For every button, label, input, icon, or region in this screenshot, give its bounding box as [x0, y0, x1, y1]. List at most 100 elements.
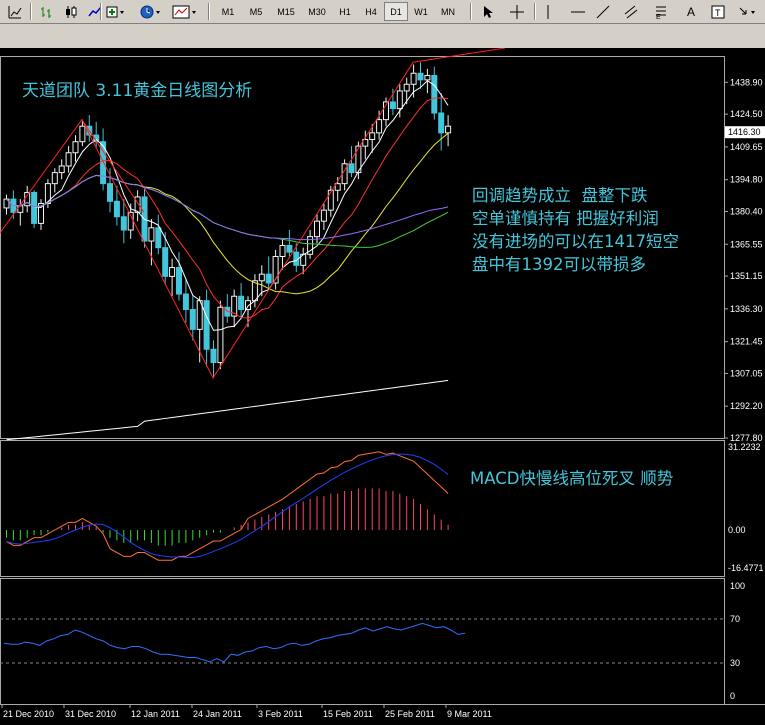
time-axis-label: 25 Feb 2011: [385, 709, 435, 719]
candle: [148, 227, 155, 242]
analysis-line: 空单谨慎持有 把握好利润: [472, 209, 659, 228]
candle: [107, 183, 113, 202]
vertical-line-icon[interactable]: [538, 2, 558, 21]
templates-icon[interactable]: [170, 2, 200, 21]
candlestick-icon[interactable]: [60, 2, 82, 21]
candle: [445, 125, 452, 134]
line-chart-icon[interactable]: [84, 2, 106, 21]
candle: [79, 125, 86, 143]
macd-axis-label: 0.00: [728, 525, 746, 535]
svg-text:E: E: [656, 14, 661, 20]
crosshair-cursor-icon[interactable]: [4, 2, 26, 21]
analysis-line: 回调趋势成立 盘整下跌: [472, 186, 648, 205]
time-axis-label: 12 Jan 2011: [131, 709, 180, 719]
timeframe-button-w1[interactable]: W1: [408, 2, 434, 21]
price-axis-label: 1409.65: [730, 142, 763, 152]
analysis-line: 没有进场的可以在1417短空: [472, 232, 679, 251]
crosshair-icon[interactable]: [506, 2, 528, 21]
price-axis-label: 1336.30: [730, 304, 763, 314]
timeframe-button-h1[interactable]: H1: [332, 2, 358, 21]
timeframe-button-h4[interactable]: H4: [358, 2, 384, 21]
timeframe-button-mn[interactable]: MN: [434, 2, 462, 21]
macd-panel-frame: [0, 440, 725, 577]
candle: [31, 191, 38, 224]
timeframe-button-m5[interactable]: M5: [242, 2, 270, 21]
bar-chart-icon[interactable]: [36, 2, 58, 21]
time-axis-label: 3 Feb 2011: [258, 709, 303, 719]
price-axis-label: 1307.05: [730, 368, 763, 378]
oscillator-axis-label: 30: [730, 658, 740, 668]
periodicity-clock-icon[interactable]: [138, 2, 164, 21]
ma-20-line: [6, 132, 449, 295]
candle: [113, 200, 120, 218]
price-axis-label: 1424.50: [730, 109, 763, 119]
horizontal-line-icon[interactable]: [568, 2, 588, 21]
time-axis-label: 31 Dec 2010: [65, 709, 116, 719]
time-axis-label: 21 Dec 2010: [3, 709, 54, 719]
candle: [72, 141, 79, 154]
candle: [217, 306, 224, 363]
ma-5-line: [6, 80, 449, 331]
candle: [65, 152, 72, 167]
macd-axis-label: -16.4771: [728, 563, 764, 573]
price-axis-label: 1380.40: [730, 206, 763, 216]
svg-text:T: T: [715, 8, 721, 18]
candle: [403, 83, 410, 92]
oscillator-axis-label: 70: [730, 614, 740, 624]
oscillator-axis-label: 0: [730, 691, 735, 701]
candle: [314, 220, 320, 238]
timeframe-button-d1[interactable]: D1: [384, 2, 408, 21]
trendline-icon[interactable]: [592, 2, 614, 21]
candle: [58, 165, 65, 174]
candle: [210, 348, 217, 363]
arrow-cursor-icon[interactable]: [478, 2, 498, 21]
timeframe-button-m30[interactable]: M30: [302, 2, 332, 21]
text-label-icon[interactable]: T: [708, 2, 728, 21]
ma-60-line: [6, 174, 449, 241]
candle: [155, 227, 162, 249]
timeframe-button-m1[interactable]: M1: [214, 2, 242, 21]
arrows-dropdown-icon[interactable]: [736, 2, 760, 21]
candle: [176, 267, 182, 295]
macd-fast-line: [6, 451, 449, 561]
time-axis-label: 9 Mar 2011: [447, 709, 492, 719]
oscillator-panel-frame: [0, 578, 725, 705]
toolbar: M1 M5 M15 M30 H1 H4 D1 W1 MN E A T: [0, 0, 765, 24]
candle: [396, 90, 403, 110]
candle: [389, 101, 396, 110]
price-axis-label: 1438.90: [730, 77, 763, 87]
channel-icon[interactable]: [620, 2, 642, 21]
macd-axis-label: 31.2232: [728, 442, 761, 452]
candle: [51, 172, 58, 185]
fibonacci-icon[interactable]: E: [650, 2, 672, 21]
candle: [417, 72, 424, 81]
candle: [169, 267, 176, 277]
price-chart[interactable]: 1438.90 1424.50 1416.30 1409.65 1394.80 1380.…: [0, 48, 765, 725]
timeframe-button-m15[interactable]: M15: [270, 2, 302, 21]
price-axis-label: 1394.80: [730, 175, 763, 185]
time-axis-label: 24 Jan 2011: [193, 709, 242, 719]
candle: [369, 132, 376, 140]
candle: [203, 300, 210, 350]
oscillator-line: [4, 622, 466, 663]
candle: [410, 72, 417, 85]
candle: [162, 247, 169, 277]
macd-annotation: MACD快慢线高位死叉 顺势: [470, 469, 674, 488]
macd-signal-line: [6, 453, 449, 558]
ma-40-line: [6, 174, 449, 248]
candle: [189, 308, 196, 330]
chart-title-annotation: 天道团队 3.11黄金日线图分析: [22, 81, 253, 101]
candle: [376, 119, 383, 134]
price-axis-label: 1351.15: [730, 271, 763, 281]
chart-window[interactable]: 1438.90 1424.50 1416.30 1409.65 1394.80 1380.…: [0, 48, 765, 725]
candle: [258, 273, 265, 282]
time-axis-label: 15 Feb 2011: [323, 709, 373, 719]
candle: [182, 293, 189, 310]
price-axis-label: 1321.45: [730, 337, 763, 347]
analysis-annotation: 回调趋势成立 盘整下跌 空单谨慎持有 把握好利润 没有进场的可以在1417短空 …: [472, 184, 679, 276]
candle: [438, 112, 445, 134]
candle: [348, 163, 355, 174]
text-tool-button[interactable]: A: [682, 2, 700, 21]
candle: [320, 209, 327, 222]
zoom-in-icon[interactable]: [104, 2, 128, 21]
